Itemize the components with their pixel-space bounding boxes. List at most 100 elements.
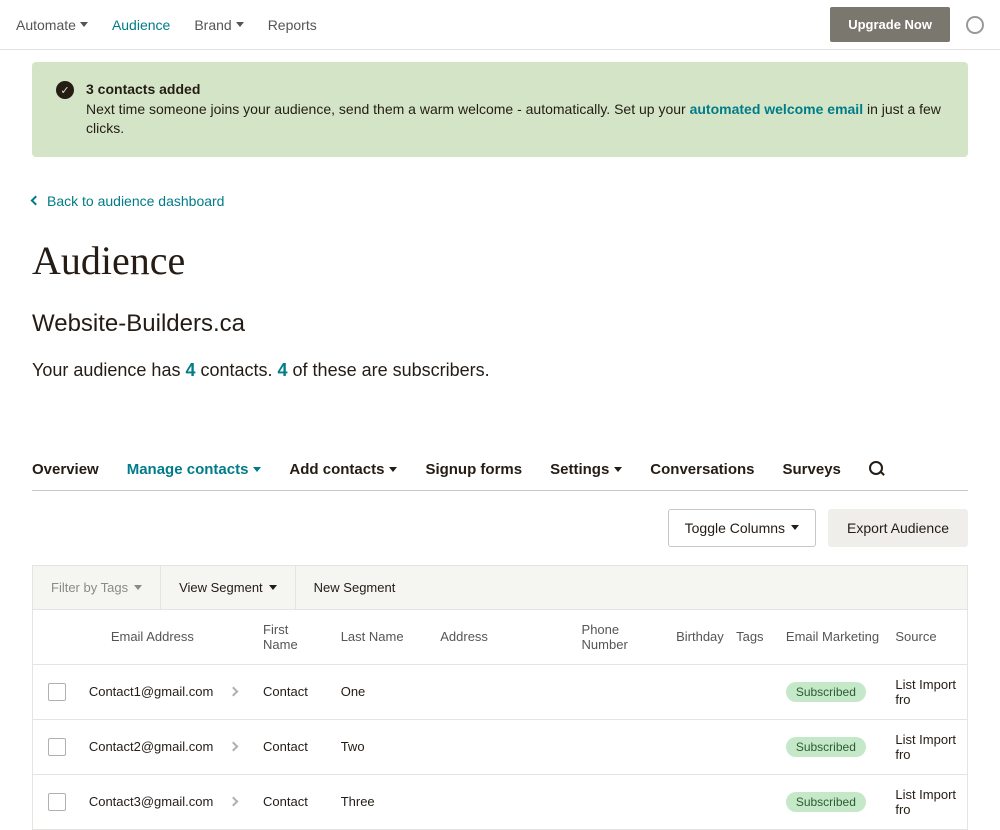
success-notice: ✓ 3 contacts added Next time someone joi…: [32, 62, 968, 157]
nav-audience[interactable]: Audience: [112, 17, 170, 33]
cell-birthday: [668, 720, 728, 774]
cell-source: List Import fro: [887, 775, 967, 829]
tab-surveys[interactable]: Surveys: [783, 461, 841, 478]
row-checkbox[interactable]: [48, 738, 66, 756]
notice-title: 3 contacts added: [86, 80, 944, 100]
cell-first-name: Contact: [255, 665, 333, 719]
table-row: Contact2@gmail.com Contact Two Subscribe…: [33, 720, 967, 775]
col-email-marketing[interactable]: Email Marketing: [778, 610, 887, 664]
automated-welcome-link[interactable]: automated welcome email: [690, 101, 864, 117]
check-circle-icon: ✓: [56, 81, 74, 99]
nav-label: Brand: [194, 17, 231, 33]
notice-text: Next time someone joins your audience, s…: [86, 100, 944, 139]
back-to-dashboard-link[interactable]: Back to audience dashboard: [32, 193, 224, 209]
cell-phone: [574, 775, 669, 829]
audience-name: Website-Builders.ca: [32, 310, 968, 338]
back-link-label: Back to audience dashboard: [47, 193, 224, 209]
audience-tabs: Overview Manage contacts Add contacts Si…: [32, 461, 968, 491]
col-birthday[interactable]: Birthday: [668, 610, 728, 664]
tab-label: Manage contacts: [127, 461, 249, 478]
upgrade-button[interactable]: Upgrade Now: [830, 7, 950, 42]
chevron-down-icon: [269, 585, 277, 590]
cell-phone: [574, 720, 669, 774]
tab-overview[interactable]: Overview: [32, 461, 99, 478]
filter-by-tags[interactable]: Filter by Tags: [33, 566, 161, 609]
cell-address: [432, 720, 573, 774]
status-badge: Subscribed: [786, 682, 866, 702]
tab-add-contacts[interactable]: Add contacts: [289, 461, 397, 478]
cell-last-name: One: [333, 665, 433, 719]
tab-conversations[interactable]: Conversations: [650, 461, 754, 478]
cell-source: List Import fro: [887, 665, 967, 719]
chevron-right-icon[interactable]: [229, 797, 239, 807]
stats-text: of these are subscribers.: [288, 360, 490, 380]
nav-label: Audience: [112, 17, 170, 33]
cell-address: [432, 775, 573, 829]
chevron-down-icon: [253, 467, 261, 472]
col-address[interactable]: Address: [432, 610, 573, 664]
tab-label: Overview: [32, 461, 99, 478]
audience-stats: Your audience has 4 contacts. 4 of these…: [32, 360, 968, 381]
chevron-right-icon[interactable]: [229, 742, 239, 752]
tab-manage-contacts[interactable]: Manage contacts: [127, 461, 262, 478]
cell-email[interactable]: Contact3@gmail.com: [89, 794, 213, 809]
new-segment[interactable]: New Segment: [296, 566, 967, 609]
cell-tags: [728, 775, 778, 829]
filter-label: View Segment: [179, 580, 263, 595]
filter-bar: Filter by Tags View Segment New Segment: [32, 565, 968, 610]
tab-label: Conversations: [650, 461, 754, 478]
tab-label: Surveys: [783, 461, 841, 478]
nav-automate[interactable]: Automate: [16, 17, 88, 33]
export-audience-button[interactable]: Export Audience: [828, 509, 968, 547]
filter-label: New Segment: [314, 580, 396, 595]
cell-first-name: Contact: [255, 720, 333, 774]
col-last-name[interactable]: Last Name: [333, 610, 433, 664]
cell-last-name: Three: [333, 775, 433, 829]
cell-address: [432, 665, 573, 719]
stats-text: contacts.: [195, 360, 277, 380]
row-checkbox[interactable]: [48, 793, 66, 811]
tab-settings[interactable]: Settings: [550, 461, 622, 478]
select-all-cell: [33, 610, 81, 664]
contacts-count: 4: [185, 360, 195, 380]
table-row: Contact1@gmail.com Contact One Subscribe…: [33, 665, 967, 720]
top-nav: Automate Audience Brand Reports Upgrade …: [0, 0, 1000, 50]
nav-label: Automate: [16, 17, 76, 33]
cell-birthday: [668, 665, 728, 719]
toggle-columns-button[interactable]: Toggle Columns: [668, 509, 816, 547]
cell-last-name: Two: [333, 720, 433, 774]
col-tags[interactable]: Tags: [728, 610, 778, 664]
col-email[interactable]: Email Address: [81, 610, 255, 664]
tab-label: Settings: [550, 461, 609, 478]
nav-brand[interactable]: Brand: [194, 17, 243, 33]
row-checkbox[interactable]: [48, 683, 66, 701]
status-badge: Subscribed: [786, 792, 866, 812]
view-segment[interactable]: View Segment: [161, 566, 296, 609]
col-source[interactable]: Source: [887, 610, 967, 664]
cell-tags: [728, 665, 778, 719]
table-header: Email Address First Name Last Name Addre…: [33, 610, 967, 665]
tab-signup-forms[interactable]: Signup forms: [425, 461, 522, 478]
table-row: Contact3@gmail.com Contact Three Subscri…: [33, 775, 967, 829]
filter-label: Filter by Tags: [51, 580, 128, 595]
search-icon[interactable]: [869, 461, 885, 477]
button-label: Toggle Columns: [685, 520, 785, 536]
cell-email[interactable]: Contact1@gmail.com: [89, 684, 213, 699]
col-phone[interactable]: Phone Number: [574, 610, 669, 664]
chevron-down-icon: [614, 467, 622, 472]
notice-text-part: Next time someone joins your audience, s…: [86, 101, 690, 117]
chevron-right-icon[interactable]: [229, 687, 239, 697]
stats-text: Your audience has: [32, 360, 185, 380]
cell-email[interactable]: Contact2@gmail.com: [89, 739, 213, 754]
status-badge: Subscribed: [786, 737, 866, 757]
tab-label: Signup forms: [425, 461, 522, 478]
cell-first-name: Contact: [255, 775, 333, 829]
cell-source: List Import fro: [887, 720, 967, 774]
chevron-down-icon: [236, 22, 244, 27]
avatar[interactable]: [966, 16, 984, 34]
cell-phone: [574, 665, 669, 719]
col-first-name[interactable]: First Name: [255, 610, 333, 664]
nav-reports[interactable]: Reports: [268, 17, 317, 33]
nav-label: Reports: [268, 17, 317, 33]
cell-tags: [728, 720, 778, 774]
